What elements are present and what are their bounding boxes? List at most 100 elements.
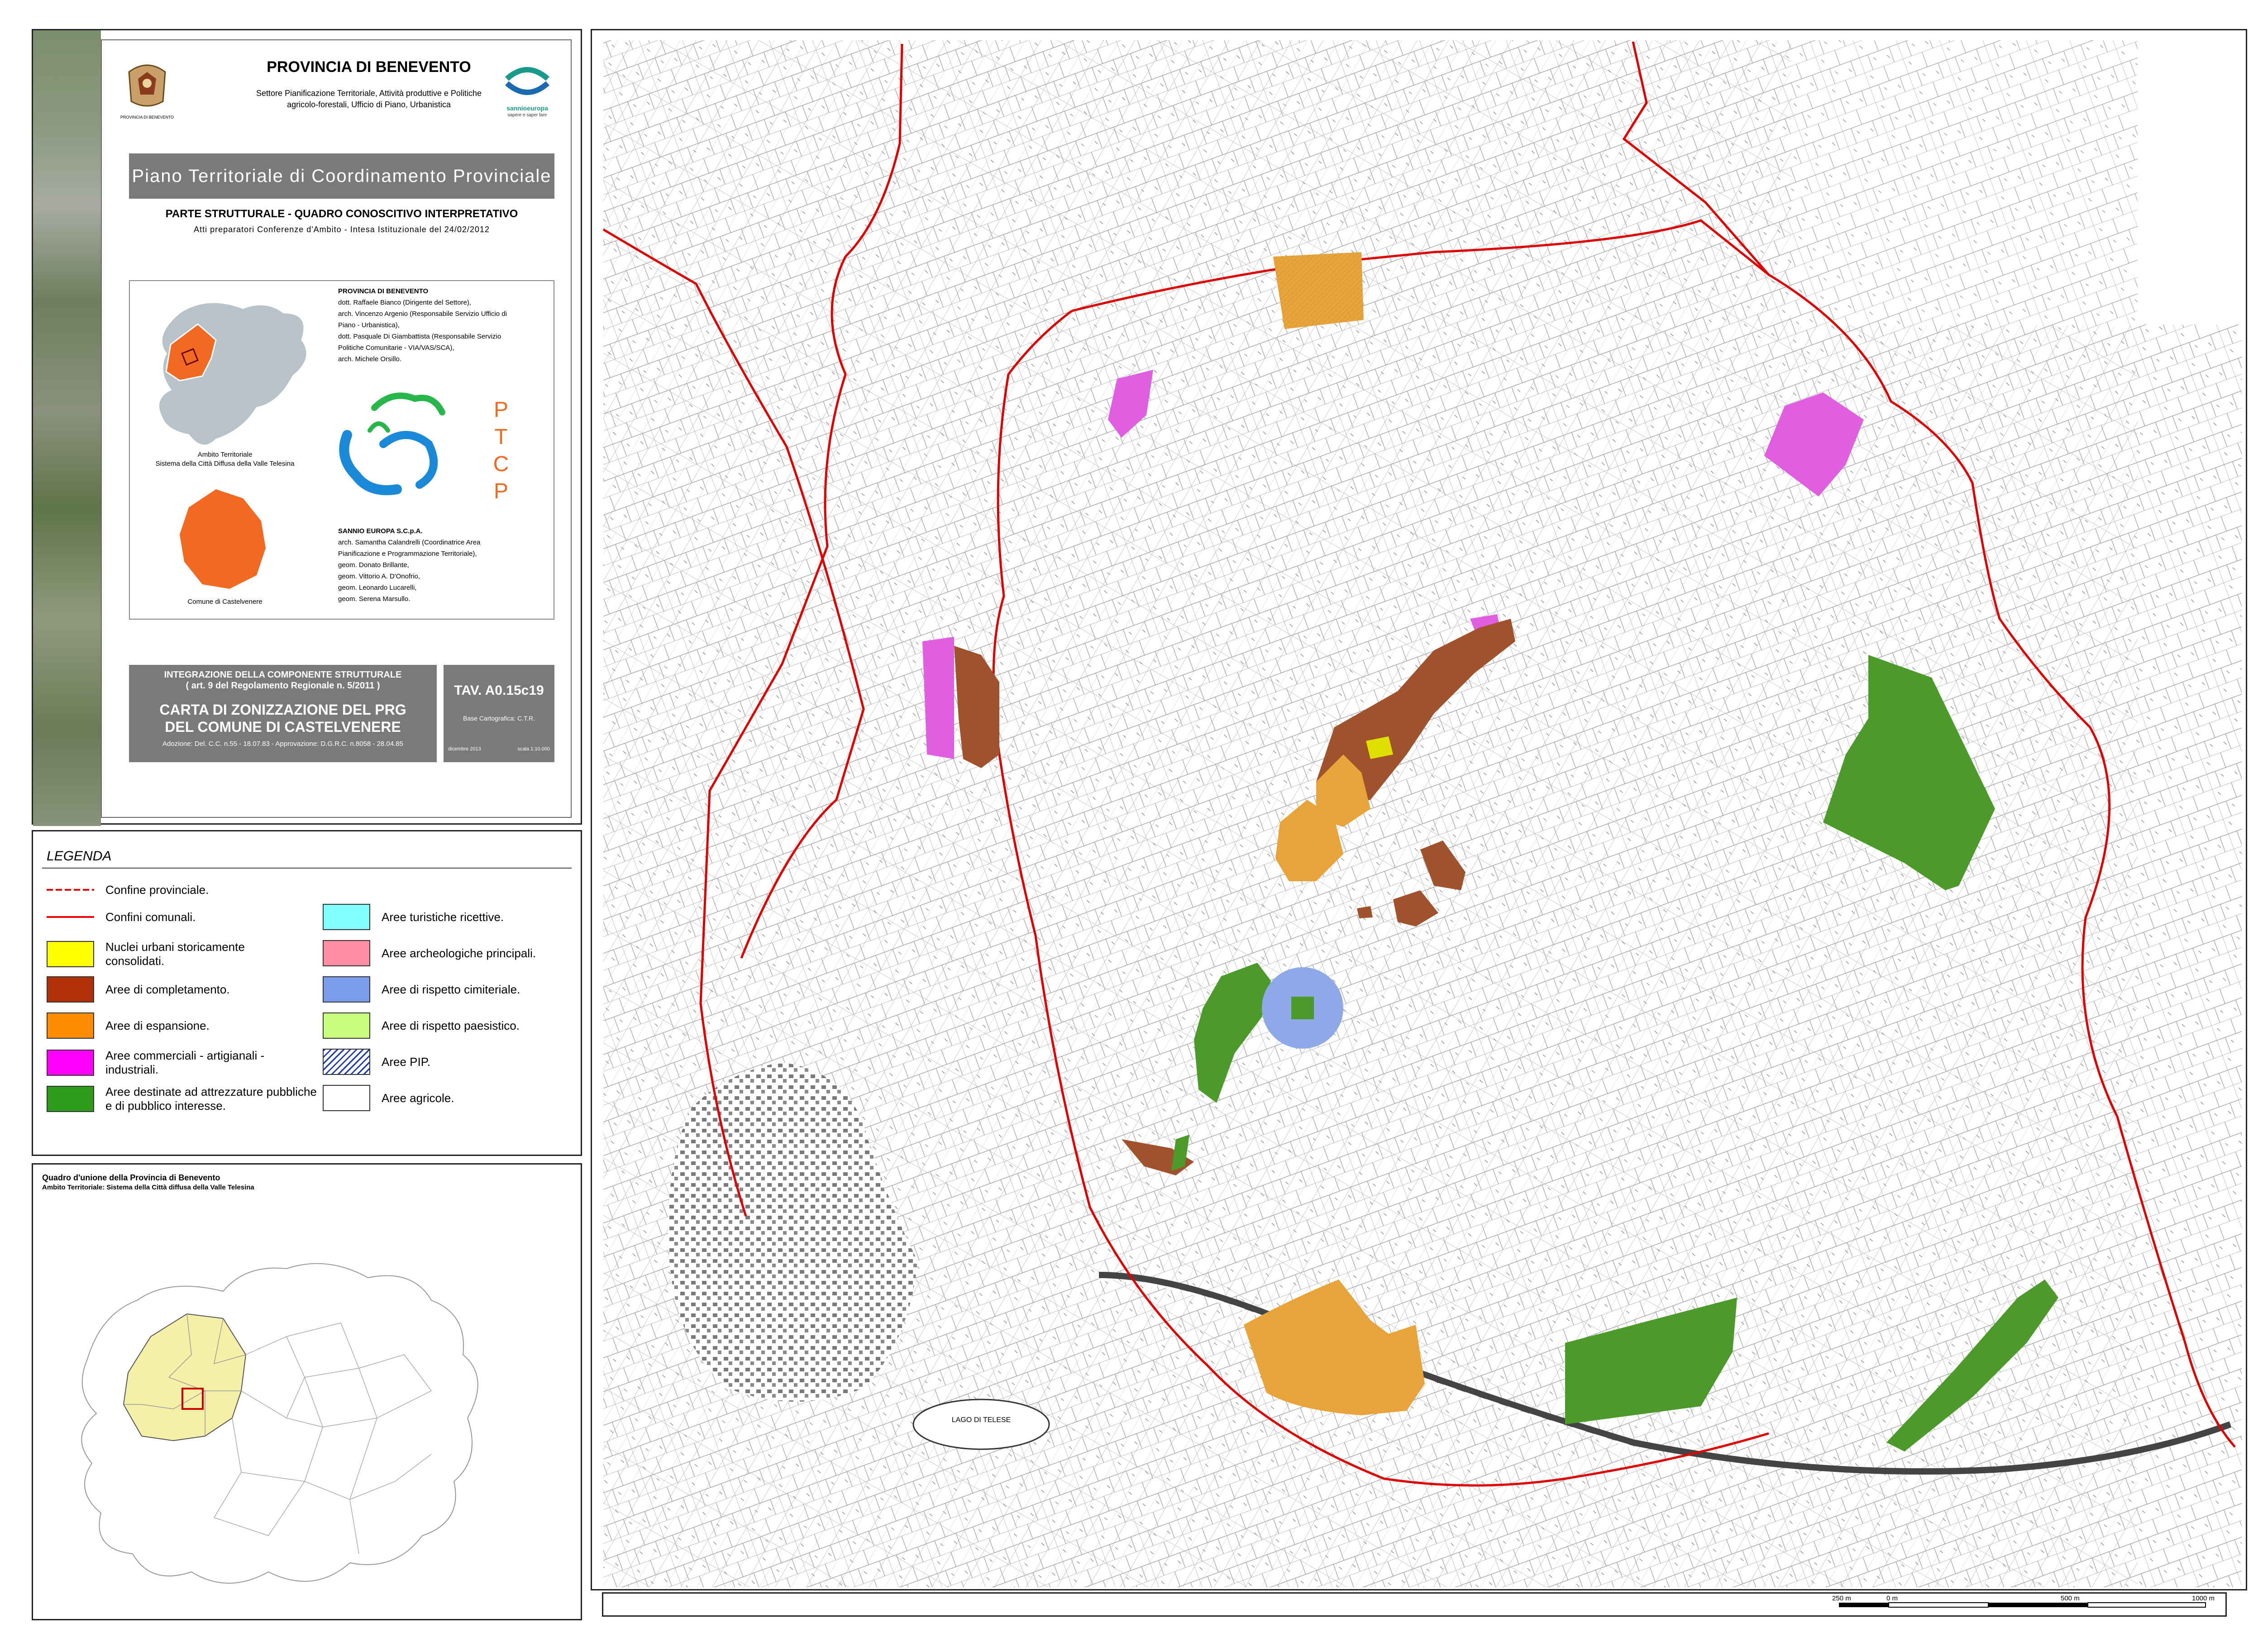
legend-label: Aree agricole.: [382, 1091, 454, 1105]
province-team-title: PROVINCIA DI BENEVENTO: [338, 287, 429, 295]
lake-label: LAGO DI TELESE: [952, 1416, 1011, 1424]
adoption-note: Adozione: Del. C.C. n.55 - 18.07.83 - Ap…: [162, 740, 403, 748]
blue-swatch: [323, 976, 370, 1003]
dashed-line-swatch: [47, 877, 94, 903]
legend-label: Aree di rispetto cimiteriale.: [382, 982, 520, 996]
orange-swatch: [47, 1012, 94, 1039]
commercial-zone-west: [922, 637, 954, 759]
legend-label: Aree archeologiche principali.: [382, 946, 536, 960]
team-line: arch. Vincenzo Argenio (Responsabile Ser…: [338, 310, 507, 318]
map-title-line-1: CARTA DI ZONIZZAZIONE DEL PRG: [159, 702, 406, 718]
team-line: arch. Samantha Calandrelli (Coordinatric…: [338, 539, 481, 546]
pink-swatch: [323, 940, 370, 966]
tav-code-box: TAV. A0.15c19 Base Cartografica: C.T.R. …: [444, 665, 554, 762]
ptcp-letter: P: [493, 398, 508, 422]
ambito-caption-1: Ambito Territoriale: [197, 451, 253, 458]
team-line: geom. Leonardo Lucarelli,: [338, 584, 417, 592]
light-green-swatch: [323, 1012, 370, 1039]
ptcp-letter: C: [493, 452, 509, 476]
sannio-team-title: SANNIO EUROPA S.C.p.A.: [338, 527, 423, 535]
legend-label: Nuclei urbani storicamente consolidati.: [105, 940, 245, 968]
legend-row-landscape: Aree di rispetto paesistico.: [323, 1012, 520, 1039]
legend-row-pip: Aree PIP.: [323, 1049, 430, 1075]
plan-title: Piano Territoriale di Coordinamento Prov…: [132, 166, 552, 186]
legend-row-archaeology: Aree archeologiche principali.: [323, 940, 536, 966]
team-line: Politiche Comunitarie - VIA/VAS/SCA),: [338, 344, 454, 352]
scale-panel: 250 m 0 m 500 m 1000 m: [602, 1592, 2227, 1617]
info-box: Ambito Territoriale Sistema della Città …: [129, 280, 554, 620]
scale-label: 1000 m: [2192, 1595, 2215, 1602]
comune-map: [180, 489, 266, 589]
legend-row-historic: Nuclei urbani storicamente consolidati.: [47, 940, 300, 968]
ambito-map: [158, 301, 308, 446]
base-note: Base Cartografica: C.T.R.: [463, 715, 535, 722]
logo-tagline: sapere e saper fare: [507, 113, 547, 118]
sannio-team: SANNIO EUROPA S.C.p.A. arch. Samantha Ca…: [338, 525, 546, 605]
scale-label: 500 m: [2061, 1595, 2080, 1602]
part-title: PARTE STRUTTURALE - QUADRO CONOSCITIVO I…: [165, 208, 518, 220]
legend-row-expansion: Aree di espansione.: [47, 1012, 210, 1039]
province-crest-icon: [128, 64, 166, 107]
legend-label: Aree destinate ad attrezzature pubbliche…: [105, 1085, 317, 1112]
comune-caption: Comune di Castelvenere: [187, 598, 263, 606]
legend-row-cemetery: Aree di rispetto cimiteriale.: [323, 976, 520, 1003]
team-line: Pianificazione e Programmazione Territor…: [338, 550, 477, 558]
part-subtitle: Atti preparatori Conferenze d'Ambito - I…: [194, 225, 490, 234]
legend-label: Confine provinciale.: [105, 883, 209, 897]
overview-map: [81, 1263, 478, 1584]
sector-subtitle: Settore Pianificazione Territoriale, Att…: [256, 89, 482, 109]
cadastral-north-east: [1791, 40, 2138, 325]
map-panel: LAGO DI TELESE: [591, 29, 2247, 1590]
map-title: CARTA DI ZONIZZAZIONE DEL PRG DEL COMUNE…: [129, 701, 437, 735]
scale-label: 0 m: [1886, 1595, 1898, 1602]
integration-line-2: ( art. 9 del Regolamento Regionale n. 5/…: [186, 681, 380, 691]
legend-label: Aree di espansione.: [105, 1018, 210, 1032]
logo-name: sannioeuropa: [506, 105, 548, 112]
white-swatch: [323, 1085, 370, 1111]
legend-row-agricultural: Aree agricole.: [323, 1085, 454, 1111]
team-line: dott. Raffaele Bianco (Dirigente del Set…: [338, 299, 472, 306]
legend-label: Aree di rispetto paesistico.: [382, 1018, 520, 1032]
team-line: geom. Serena Marsullo.: [338, 595, 411, 603]
team-line: arch. Michele Orsillo.: [338, 355, 402, 363]
legend-row-municipal: Confini comunali.: [47, 904, 196, 930]
aerial-photo-strip: [33, 30, 101, 826]
integration-line-1: INTEGRAZIONE DELLA COMPONENTE STRUTTURAL…: [164, 670, 402, 680]
map-title-line-2: DEL COMUNE DI CASTELVENERE: [165, 719, 401, 735]
legend-row-completion: Aree di completamento.: [47, 976, 230, 1003]
team-line: geom. Donato Brillante,: [338, 561, 409, 569]
ptcp-letter: T: [494, 425, 508, 449]
plan-title-band: Piano Territoriale di Coordinamento Prov…: [129, 153, 554, 199]
ambito-caption-2: Sistema della Città Diffusa della Valle …: [155, 460, 295, 468]
team-line: Piano - Urbanistica),: [338, 321, 400, 329]
tav-code: TAV. A0.15c19: [444, 683, 554, 698]
team-line: geom. Vittorio A. D'Onofrio,: [338, 573, 420, 580]
legend-row-tourism: Aree turistiche ricettive.: [323, 904, 504, 930]
legend-label: Aree PIP.: [382, 1055, 430, 1069]
legend-label: Aree turistiche ricettive.: [382, 910, 504, 924]
title-block: PROVINCIA DI BENEVENTO PROVINCIA DI BENE…: [101, 39, 572, 818]
legend-title: LEGENDA: [47, 849, 112, 864]
scale-label: 250 m: [1832, 1595, 1851, 1602]
legend-row-provincial: Confine provinciale.: [47, 877, 209, 903]
tav-title-band: INTEGRAZIONE DELLA COMPONENTE STRUTTURAL…: [129, 665, 437, 762]
brown-swatch: [47, 976, 94, 1003]
ptcp-logo-icon: [339, 392, 445, 495]
yellow-swatch: [47, 941, 94, 967]
legend-row-commercial: Aree commerciali - artigianali - industr…: [47, 1049, 300, 1077]
cadastral-east-strip: [2138, 325, 2242, 1587]
crest-caption: PROVINCIA DI BENEVENTO: [120, 115, 174, 119]
hatched-swatch: [323, 1049, 370, 1075]
ptcp-letter: P: [493, 479, 508, 503]
legend-label: Confini comunali.: [105, 910, 196, 924]
tav-prefix: TAV.: [454, 683, 482, 698]
title-panel: PROVINCIA DI BENEVENTO PROVINCIA DI BENE…: [32, 29, 582, 826]
overview-panel: Quadro d'unione della Provincia di Benev…: [32, 1163, 582, 1620]
date-note: dicembre 2013: [448, 746, 481, 752]
green-swatch: [47, 1086, 94, 1112]
zoning-map: LAGO DI TELESE: [602, 40, 2242, 1587]
legend-label: Aree commerciali - artigianali - industr…: [105, 1049, 265, 1076]
legend-label: Aree di completamento.: [105, 982, 230, 996]
province-title: PROVINCIA DI BENEVENTO: [267, 58, 471, 76]
ptcp-letters: P T C P: [487, 396, 515, 505]
